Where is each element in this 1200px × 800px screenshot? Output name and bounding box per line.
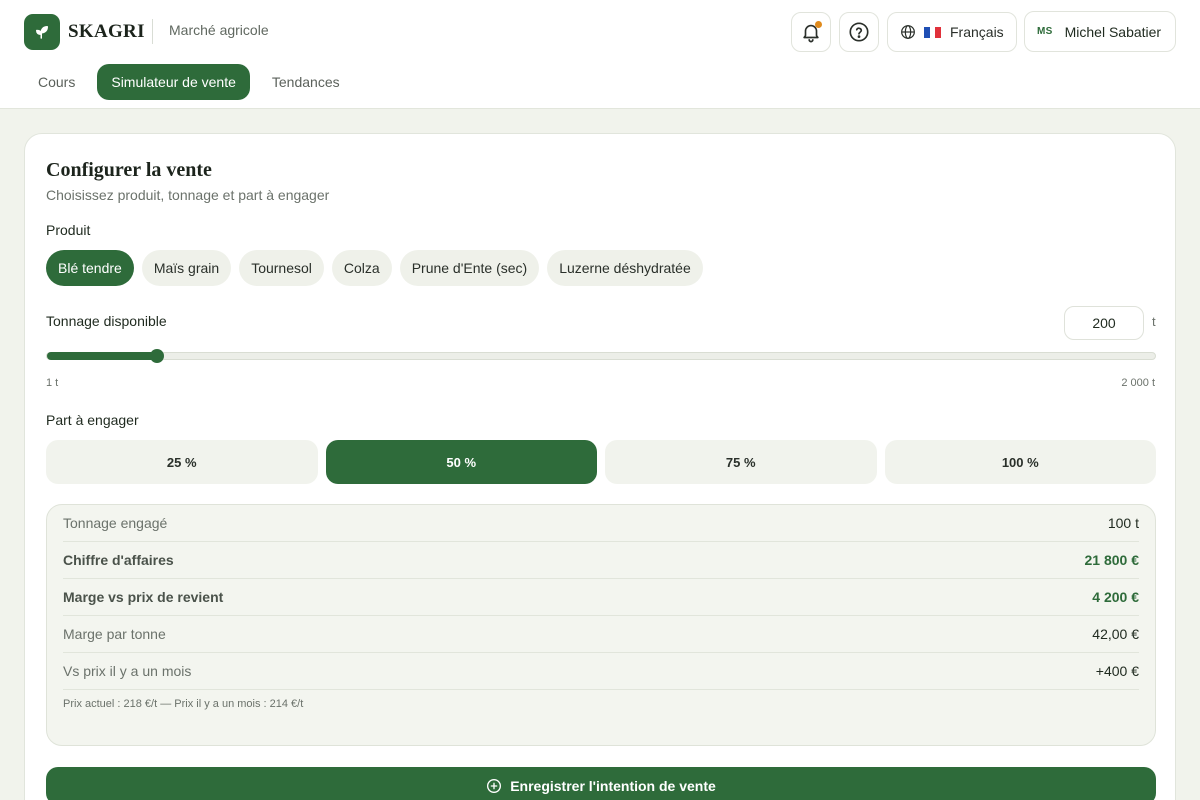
language-label: Français [950,24,1004,40]
product-label: Produit [46,222,91,238]
slider-fill [47,352,157,360]
summary-row-vs-last-month: Vs prix il y a un mois +400 € [63,653,1139,690]
tonnage-input[interactable]: 200 [1064,306,1144,340]
summary-label: Marge vs prix de revient [63,589,224,605]
part-option-25[interactable]: 25 % [46,440,318,484]
product-chip-colza[interactable]: Colza [331,250,392,286]
leaf-icon [36,26,48,39]
notification-dot [815,21,822,28]
summary-row-margin-per-ton: Marge par tonne 42,00 € [63,616,1139,653]
plus-circle-icon [487,779,502,793]
summary-value: 4 200 € [1092,589,1139,605]
part-option-50[interactable]: 50 % [325,440,597,484]
slider-min-label: 1 t [46,377,59,389]
tonnage-label: Tonnage disponible [46,313,167,329]
notifications-button[interactable] [791,12,831,52]
help-icon [849,22,869,42]
tonnage-slider[interactable] [46,349,1156,363]
part-label: Part à engager [46,412,139,428]
summary-value: 21 800 € [1084,552,1140,568]
product-chips: Blé tendre Maïs grain Tournesol Colza Pr… [46,250,703,286]
summary-value: 100 t [1107,515,1139,531]
app-logo[interactable] [24,14,60,50]
sale-summary: Tonnage engagé 100 t Chiffre d'affaires … [46,504,1156,746]
user-menu[interactable]: MS Michel Sabatier [1024,11,1176,52]
summary-value: +400 € [1095,663,1139,679]
tab-tendances[interactable]: Tendances [258,64,354,100]
tonnage-unit: t [1152,314,1156,329]
user-name: Michel Sabatier [1064,23,1162,40]
tab-simulateur[interactable]: Simulateur de vente [97,64,250,100]
flag-fr-icon [924,26,942,38]
save-sale-intent-button[interactable]: Enregistrer l'intention de vente [46,767,1156,800]
part-option-100[interactable]: 100 % [884,440,1156,484]
product-chip-mais-grain[interactable]: Maïs grain [141,250,232,286]
top-bar: SKAGRI Marché agricole Français MS Miche… [0,0,1200,109]
price-note: Prix actuel : 218 €/t — Prix il y a un m… [63,698,304,710]
part-option-75[interactable]: 75 % [605,440,877,484]
slider-max-label: 2 000 t [1121,377,1155,389]
globe-icon [901,25,915,39]
part-options: 25 % 50 % 75 % 100 % [46,440,1156,484]
product-chip-luzerne[interactable]: Luzerne déshydratée [547,250,703,286]
header-divider [152,19,153,44]
avatar: MS [1037,26,1053,37]
product-chip-ble-tendre[interactable]: Blé tendre [46,250,134,286]
summary-label: Marge par tonne [63,626,166,642]
summary-row-revenue: Chiffre d'affaires 21 800 € [63,542,1139,579]
product-chip-prune-ente[interactable]: Prune d'Ente (sec) [399,250,540,286]
cta-label: Enregistrer l'intention de vente [510,778,716,794]
summary-row-tonnage: Tonnage engagé 100 t [63,505,1139,542]
summary-row-margin: Marge vs prix de revient 4 200 € [63,579,1139,616]
main-tabs: Cours Simulateur de vente Tendances [24,64,354,100]
app-name: SKAGRI [68,21,145,42]
summary-label: Tonnage engagé [63,515,168,531]
card-title: Configurer la vente [46,159,212,181]
slider-thumb[interactable] [150,349,164,363]
product-chip-tournesol[interactable]: Tournesol [239,250,324,286]
summary-label: Vs prix il y a un mois [63,663,192,679]
summary-value: 42,00 € [1092,626,1139,642]
app-subtitle: Marché agricole [169,22,269,38]
card-subtitle: Choisissez produit, tonnage et part à en… [46,187,330,203]
tab-cours[interactable]: Cours [24,64,89,100]
language-selector[interactable]: Français [887,12,1017,52]
sale-config-card: Configurer la vente Choisissez produit, … [24,133,1176,800]
summary-label: Chiffre d'affaires [63,552,174,568]
help-button[interactable] [839,12,879,52]
